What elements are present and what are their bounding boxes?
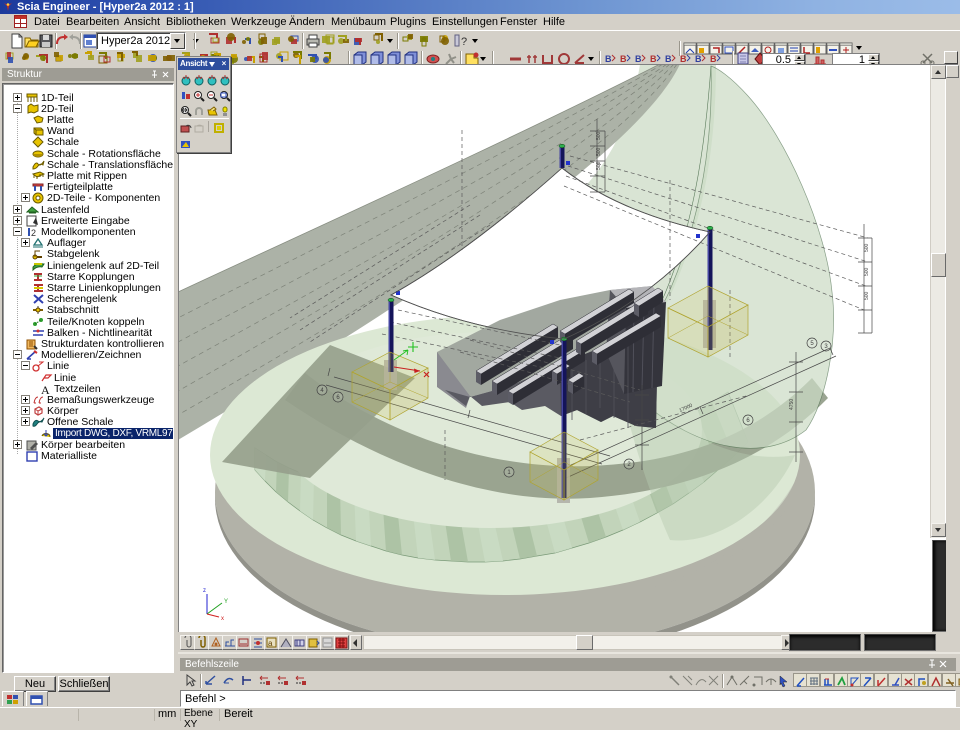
svg-text:B: B bbox=[605, 54, 612, 64]
svg-text:500: 500 bbox=[864, 291, 870, 300]
svg-text:Y: Y bbox=[224, 599, 228, 605]
svg-text:B: B bbox=[710, 54, 717, 64]
svg-text:B: B bbox=[650, 54, 657, 64]
svg-text:A: A bbox=[41, 383, 50, 395]
svg-text:500: 500 bbox=[864, 243, 870, 252]
svg-text:B: B bbox=[665, 54, 672, 64]
svg-text:500: 500 bbox=[596, 131, 602, 140]
svg-text:500: 500 bbox=[596, 147, 602, 156]
svg-text:B: B bbox=[695, 54, 702, 64]
svg-text:?: ? bbox=[461, 36, 467, 48]
svg-text:B: B bbox=[620, 54, 627, 64]
svg-text:500: 500 bbox=[596, 161, 602, 170]
svg-text:x: x bbox=[221, 616, 224, 622]
svg-text:a: a bbox=[268, 639, 273, 648]
svg-text:z: z bbox=[203, 588, 206, 594]
svg-text:B: B bbox=[680, 54, 687, 64]
svg-text:4750: 4750 bbox=[789, 399, 795, 410]
svg-text:B: B bbox=[635, 54, 642, 64]
svg-text:500: 500 bbox=[864, 267, 870, 276]
